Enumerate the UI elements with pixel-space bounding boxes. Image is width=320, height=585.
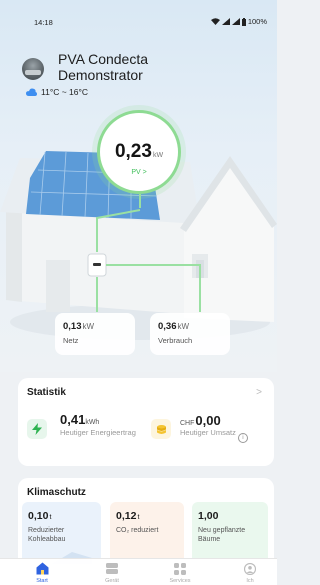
- battery-icon: [241, 17, 246, 26]
- status-time: 14:18: [34, 18, 53, 27]
- co2-reduction-tile: 0,12t CO₂ reduziert: [110, 502, 184, 564]
- nav-services-label: Services: [169, 578, 191, 584]
- consumption-card[interactable]: 0,36kW Verbrauch: [150, 313, 230, 355]
- nav-services[interactable]: Services: [160, 562, 200, 584]
- nav-start[interactable]: Start: [22, 562, 62, 584]
- energy-yield-value: 0,41kWh: [60, 412, 100, 427]
- revenue-value: CHF0,00: [180, 413, 221, 428]
- statistics-title: Statistik: [27, 387, 66, 398]
- weather-info: 11°C ~ 16°C: [26, 87, 88, 97]
- status-bar: 14:18 100%: [0, 0, 277, 40]
- temperature-range: 11°C ~ 16°C: [41, 87, 89, 97]
- nav-start-label: Start: [36, 578, 48, 584]
- coal-reduction-label: Reduzierter Kohleabbau: [28, 527, 66, 543]
- bottom-navigation: Start Gerät Services Ich: [0, 558, 277, 585]
- nav-profile[interactable]: Ich: [230, 562, 270, 584]
- consumption-value: 0,36kW: [158, 321, 190, 332]
- pv-power-value: 0,23kW: [100, 141, 178, 163]
- pv-link[interactable]: PV >: [100, 169, 178, 176]
- grid-power-card[interactable]: 0,13kW Netz: [55, 313, 135, 355]
- signal-icon-2: [231, 18, 240, 25]
- coal-reduction-tile: 0,10t Reduzierter Kohleabbau: [22, 502, 101, 564]
- energy-yield-label: Heutiger Energieertrag: [60, 428, 136, 437]
- trees-planted-tile: 1,00 Neu gepflanzte Bäume: [192, 502, 268, 564]
- grid-power-label: Netz: [63, 336, 79, 345]
- status-icons: 100%: [210, 17, 267, 26]
- revenue-label: Heutiger Umsatz: [180, 428, 236, 437]
- nav-profile-label: Ich: [246, 578, 254, 584]
- co2-reduction-value: 0,12t: [116, 510, 140, 522]
- statistics-card[interactable]: Statistik > 0,41kWh Heutiger Energieertr…: [18, 378, 274, 466]
- grid-power-value: 0,13kW: [63, 321, 95, 332]
- plant-name: PVA Condecta Demonstrator: [58, 51, 149, 83]
- wifi-icon: [210, 18, 220, 25]
- pv-power-indicator[interactable]: 0,23kW PV >: [97, 110, 181, 194]
- coal-reduction-value: 0,10t: [28, 510, 52, 522]
- pv-power-number: 0,23: [114, 141, 152, 162]
- lightning-icon: [27, 419, 47, 439]
- profile-icon: [243, 562, 257, 575]
- nav-device[interactable]: Gerät: [92, 562, 132, 584]
- hero-section: 14:18 100% PVA Condecta Demonstrator 11°…: [0, 0, 277, 372]
- climate-title: Klimaschutz: [27, 487, 86, 498]
- info-icon[interactable]: i: [238, 433, 248, 443]
- coins-icon: [151, 419, 171, 439]
- chevron-right-icon[interactable]: >: [256, 387, 262, 398]
- battery-percent: 100%: [247, 17, 267, 26]
- trees-planted-value: 1,00: [198, 510, 219, 522]
- device-icon: [105, 562, 119, 575]
- home-icon: [35, 562, 49, 575]
- trees-planted-label: Neu gepflanzte Bäume: [198, 527, 246, 543]
- signal-icon: [221, 18, 230, 25]
- consumption-label: Verbrauch: [158, 336, 193, 345]
- plant-avatar[interactable]: [22, 58, 44, 80]
- nav-device-label: Gerät: [105, 578, 119, 584]
- cloud-icon: [26, 88, 37, 96]
- pv-power-unit: kW: [152, 152, 164, 159]
- services-icon: [173, 562, 187, 575]
- co2-reduction-label: CO₂ reduziert: [116, 527, 159, 534]
